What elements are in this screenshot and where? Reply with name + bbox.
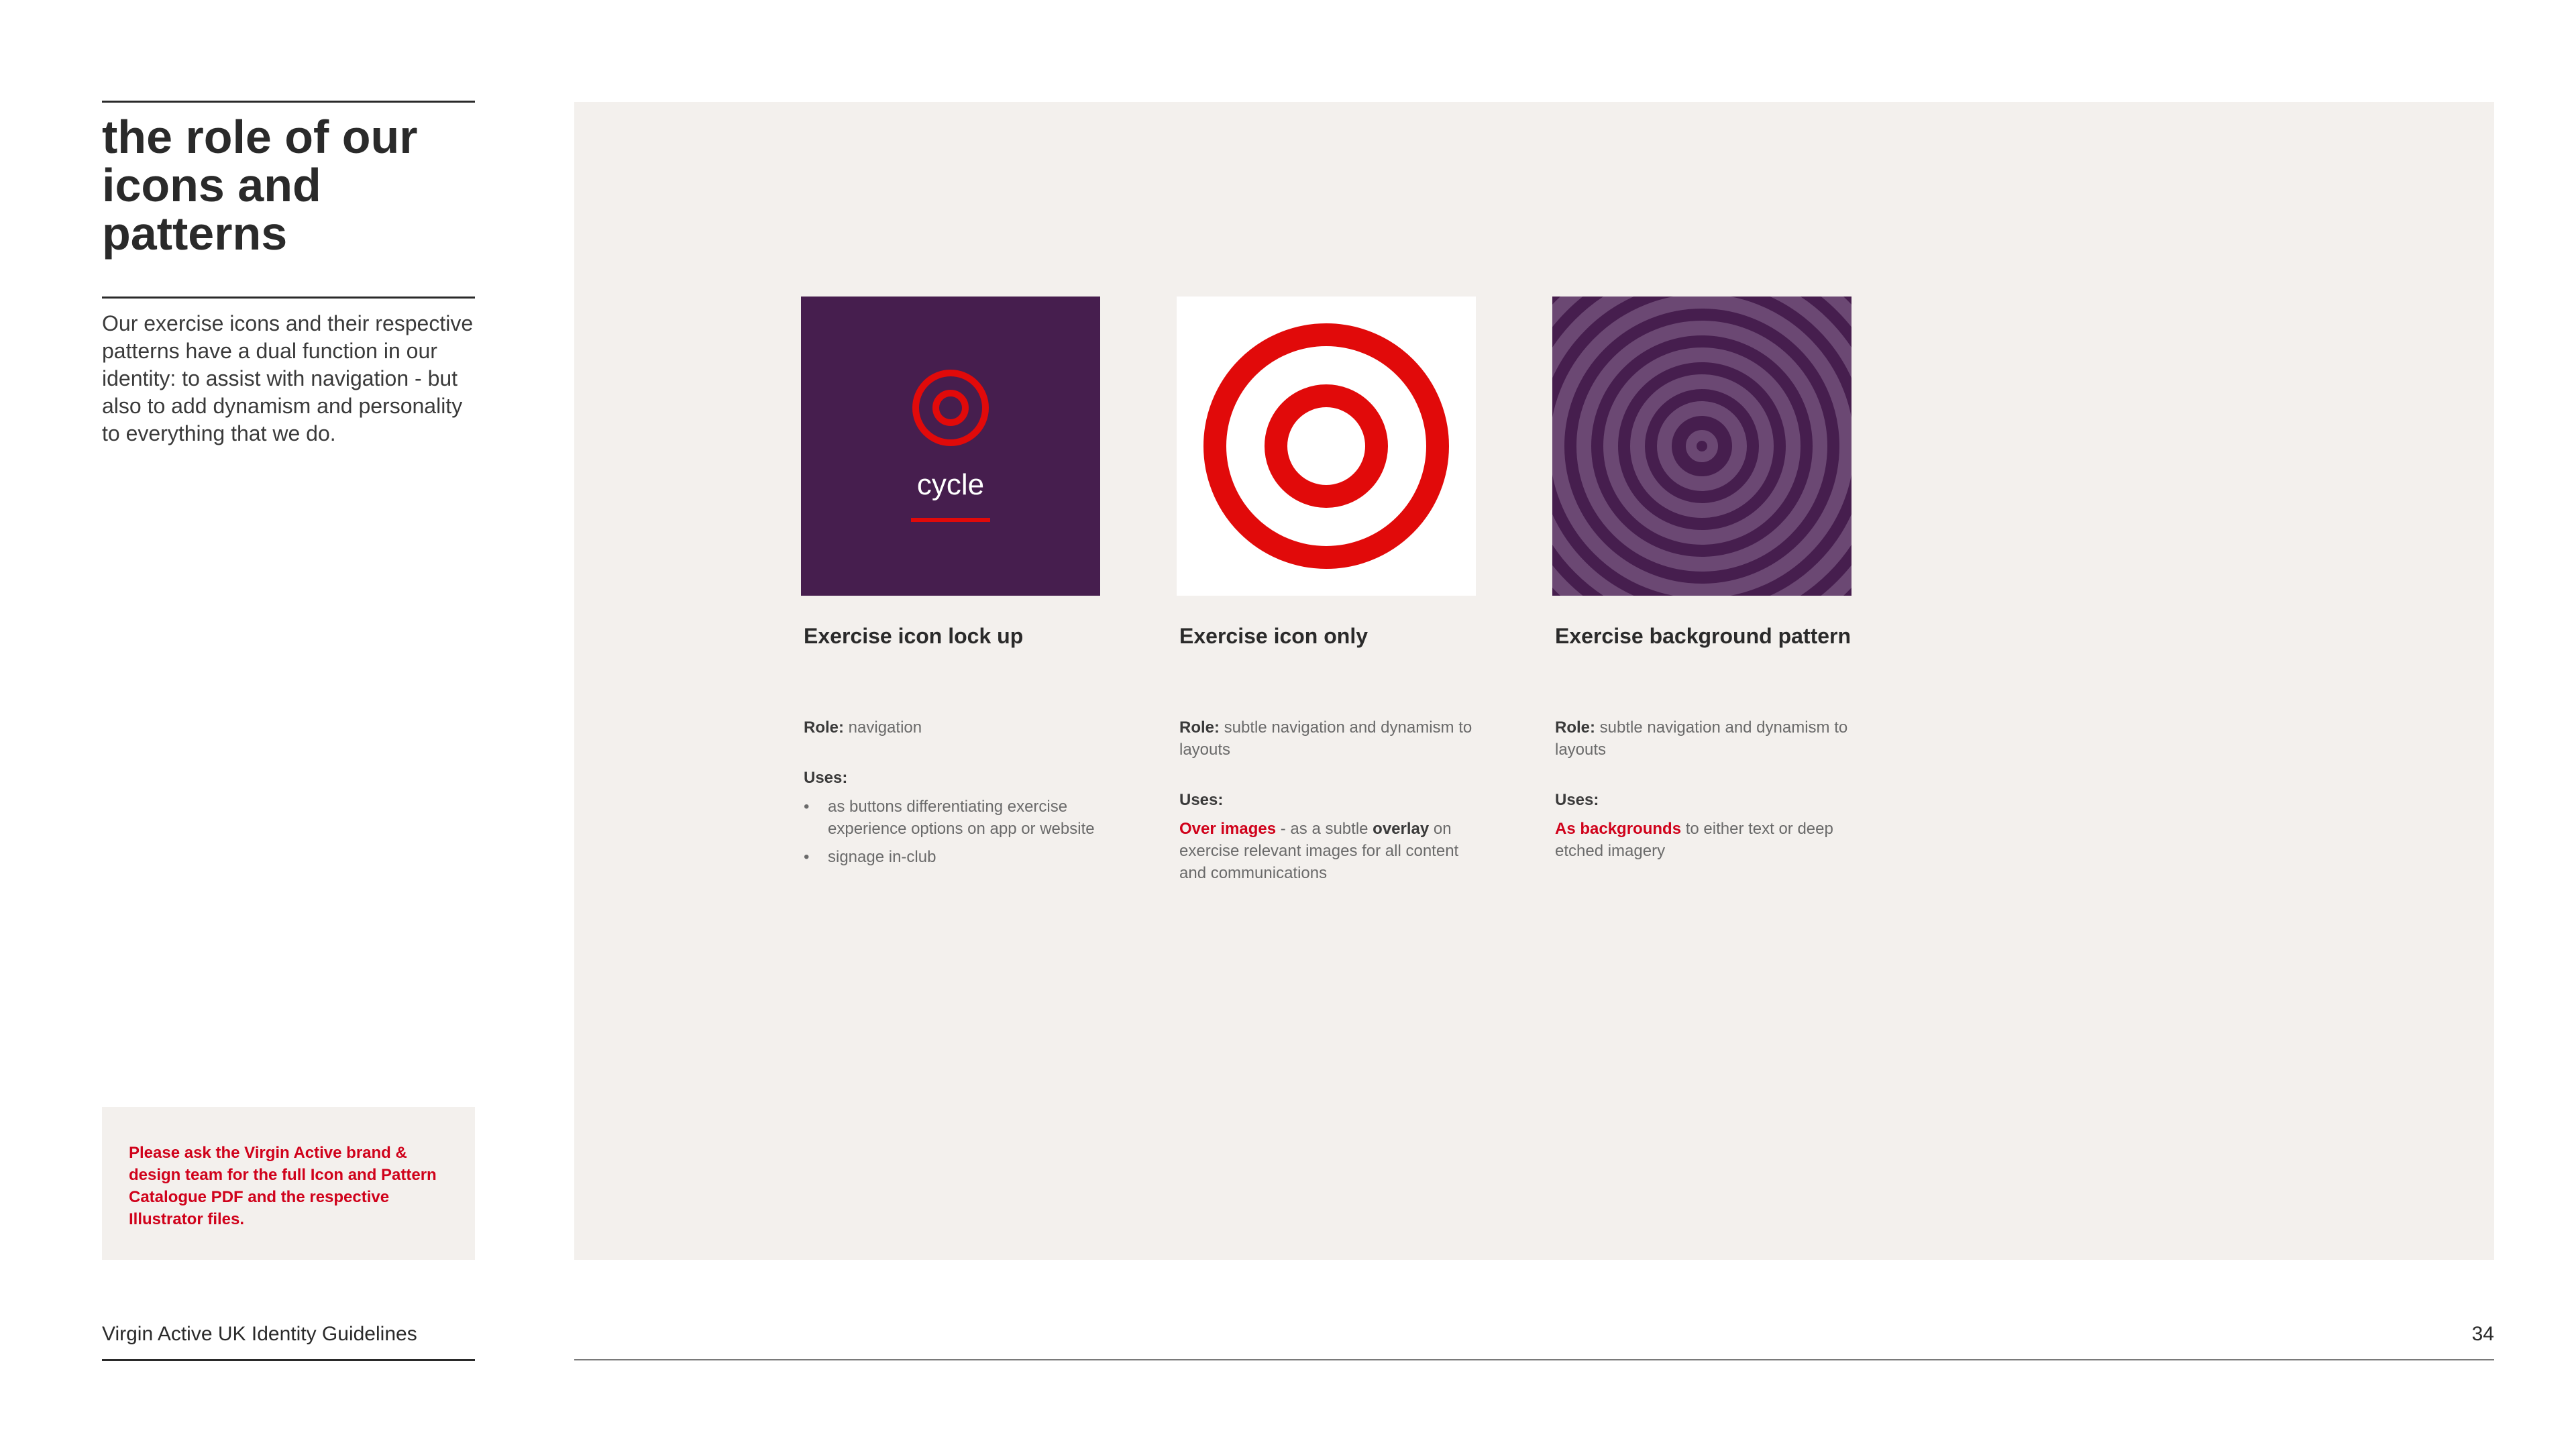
exercise-icon-tile	[1177, 297, 1476, 596]
uses-label: Uses:	[1179, 791, 1224, 809]
column-heading: Exercise icon lock up	[804, 624, 1024, 648]
footer-left-rule	[102, 1359, 475, 1361]
uses-label: Uses:	[1555, 791, 1599, 809]
exercise-pattern-tile	[1552, 297, 1851, 596]
list-item: as buttons differentiating exercise expe…	[804, 796, 1099, 840]
uses-text: Over images - as a subtle overlay on exe…	[1179, 820, 1459, 882]
pattern-ring	[1657, 401, 1747, 491]
intro-text: Our exercise icons and their respective …	[102, 311, 474, 445]
footer-right-rule	[574, 1359, 2494, 1360]
pattern-ring	[1630, 374, 1774, 518]
exercise-lockup-tile: cycle	[801, 297, 1100, 596]
pattern-ring	[1552, 297, 1851, 596]
column-heading: Exercise background pattern	[1555, 624, 1851, 648]
uses-text: As backgrounds to either text or deep et…	[1555, 820, 1833, 860]
target-icon	[1203, 323, 1449, 569]
notice-box: Please ask the Virgin Active brand & des…	[102, 1107, 475, 1260]
role-line: Role: subtle navigation and dynamism to …	[1555, 718, 1848, 759]
column-heading: Exercise icon only	[1179, 624, 1368, 648]
role-line: Role: subtle navigation and dynamism to …	[1179, 718, 1472, 759]
content-panel	[574, 102, 2494, 1260]
page-title: the role of our icons and patterns	[102, 111, 418, 260]
list-item: signage in-club	[804, 846, 1099, 868]
uses-label: Uses:	[804, 769, 848, 787]
top-left-rule	[102, 101, 475, 103]
notice-text: Please ask the Virgin Active brand & des…	[129, 1144, 437, 1228]
lockup-underline	[911, 518, 990, 522]
pattern-ring	[1686, 430, 1718, 462]
uses-list: as buttons differentiating exercise expe…	[804, 796, 1099, 868]
page-number: 34	[2471, 1323, 2494, 1345]
pattern-ring	[1576, 321, 1827, 572]
footer-title: Virgin Active UK Identity Guidelines	[102, 1323, 417, 1345]
role-line: Role: navigation	[804, 718, 922, 737]
target-icon	[912, 370, 989, 446]
title-rule	[102, 297, 475, 299]
lockup-label: cycle	[916, 468, 985, 501]
concentric-rings-pattern	[1552, 297, 1851, 596]
